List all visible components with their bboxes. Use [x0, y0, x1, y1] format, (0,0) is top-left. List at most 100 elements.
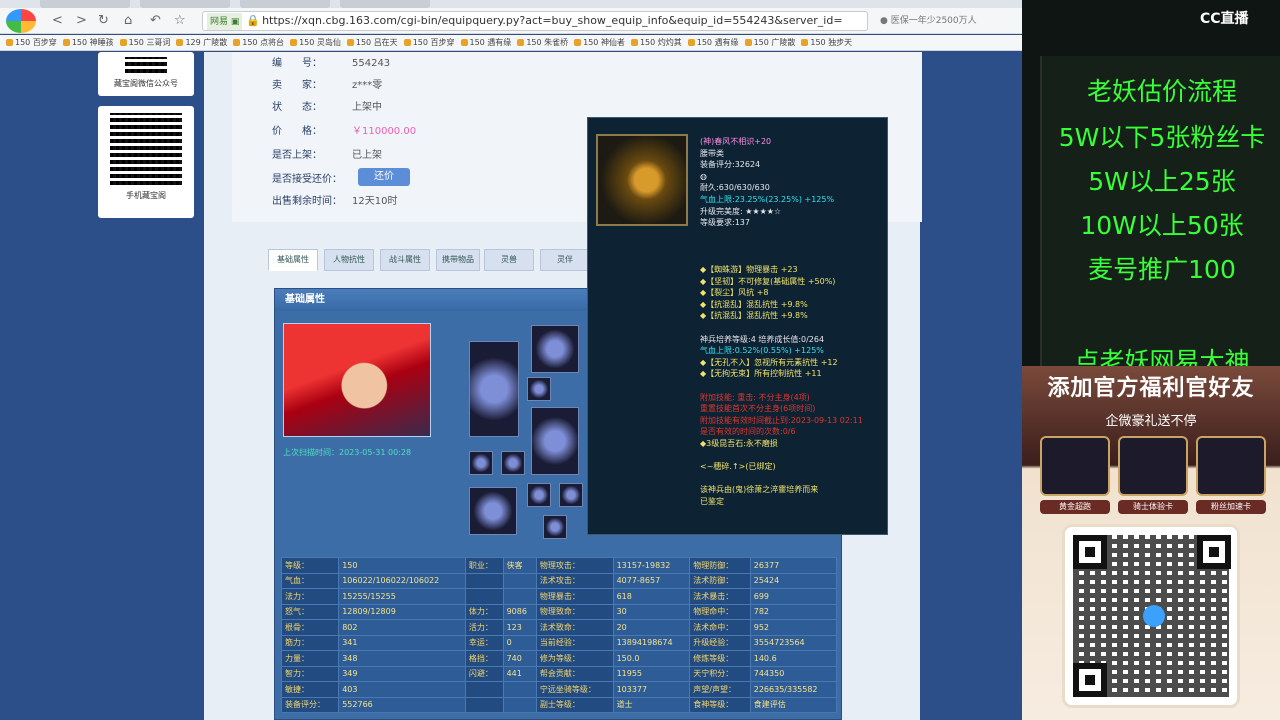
stat-label: 法术暴击：	[689, 588, 751, 605]
bookmark-item[interactable]: 150 独步天	[801, 35, 852, 50]
forward-button[interactable]: >	[76, 12, 87, 30]
shoes-slot-icon[interactable]	[469, 487, 517, 535]
bookmark-item[interactable]: 129 广陵散	[176, 35, 227, 50]
tab-2[interactable]: 战斗属性	[380, 249, 430, 271]
tooltip-line: 气血上限:0.52%(0.55%) +125%	[700, 346, 824, 356]
tab-3[interactable]: 携带物品	[436, 249, 480, 271]
tooltip-line: 重置技能首次不分主身(6项时间)	[700, 404, 816, 414]
ring-slot-icon[interactable]	[527, 377, 551, 401]
announcement-line: 5W以上25张	[1088, 167, 1236, 196]
bookmark-item[interactable]: 150 遇有缘	[461, 35, 512, 50]
armor-slot-icon[interactable]	[531, 407, 579, 475]
stat-value: 食建评估	[749, 696, 838, 713]
bookmark-item[interactable]: 150 百步穿	[404, 35, 455, 50]
stat-label: 法力：	[280, 588, 340, 605]
stat-label: 法术防御：	[689, 572, 751, 589]
browser-tab[interactable]	[140, 0, 230, 8]
stat-label: 物理暴击：	[535, 588, 614, 605]
stats-row: 敏捷： 403 宁远坐骑等级： 103377 声望/声望： 226635/335582	[280, 681, 838, 698]
stat-label: 智力：	[280, 665, 340, 682]
info-row: 状 态： 上架中	[272, 98, 382, 113]
info-row: 卖 家： z***零	[272, 76, 382, 91]
tab-1[interactable]: 人物抗性	[324, 249, 374, 271]
bracer-slot-icon[interactable]	[469, 451, 493, 475]
stat-value: 15255/15255	[338, 588, 466, 605]
stat-label: 装备评分：	[280, 696, 340, 713]
info-value: z***零	[352, 80, 383, 91]
stat-value: 30	[612, 603, 691, 620]
bookmark-item[interactable]: 150 神仙者	[574, 35, 625, 50]
stat-value: 0	[502, 634, 537, 651]
stat-value: 403	[338, 681, 466, 698]
ornament-slot-icon[interactable]	[543, 515, 567, 539]
bookmark-item[interactable]: 150 三哥词	[120, 35, 171, 50]
url-text: https://xqn.cbg.163.com/cgi-bin/equipque…	[262, 14, 843, 27]
home-button[interactable]: ⌂	[124, 12, 132, 30]
info-value: 12天10时	[352, 196, 398, 207]
gem-slot-icon[interactable]	[559, 483, 583, 507]
bookmark-item[interactable]: 150 吕在天	[347, 35, 398, 50]
back-button[interactable]: <	[52, 12, 63, 30]
stat-value: 侠客	[502, 557, 537, 574]
stat-value: 349	[338, 665, 466, 682]
stat-label: 食神等级：	[689, 696, 751, 713]
browser-toolbar: < > ↻ ⌂ ↶ ☆ 网易 ▣ 🔒 https://xqn.cbg.163.com…	[0, 8, 1022, 34]
tooltip-line	[700, 380, 884, 392]
bookmark-item[interactable]: 150 点将台	[233, 35, 284, 50]
bookmark-item[interactable]: 150 朱雀桥	[517, 35, 568, 50]
bookmark-item[interactable]: 150 百步穿	[6, 35, 57, 50]
stat-value	[502, 696, 537, 713]
stat-label: 当前经验：	[535, 634, 614, 651]
tooltip-line: 附加技能: 重击: 不分主身(4项)	[700, 392, 810, 402]
stat-label: 声望/声望：	[689, 681, 751, 698]
address-bar[interactable]: 网易 ▣ 🔒 https://xqn.cbg.163.com/cgi-bin/equ…	[202, 11, 868, 31]
tab-5[interactable]: 灵伴	[540, 249, 590, 271]
info-key: 是否接受还价：	[272, 174, 342, 185]
stat-value: 11955	[612, 665, 691, 682]
stat-label	[464, 588, 504, 605]
bookmark-item[interactable]: 150 灵岛仙	[290, 35, 341, 50]
stat-label: 天宁积分：	[689, 665, 751, 682]
scan-time: 上次扫描时间：2023-05-31 00:28	[283, 448, 412, 457]
announcement-board: 老妖估价流程 5W以下5张粉丝卡 5W以上25张 10W以上50张 麦号推广100 点老妖…	[1040, 56, 1280, 366]
stat-value: 740	[502, 650, 537, 667]
counter-offer-button[interactable]: 还价	[358, 168, 410, 186]
browser-tab[interactable]	[340, 0, 430, 8]
tab-strip	[0, 0, 1022, 8]
stats-row: 装备评分： 552766 副士等级： 道士 食神等级： 食建评估	[280, 696, 838, 713]
bookmark-star-icon[interactable]: ☆	[174, 12, 186, 30]
stat-label: 力量：	[280, 650, 340, 667]
stat-label	[464, 572, 504, 589]
tooltip-line	[700, 322, 884, 334]
stats-table: 等级： 150 职业： 侠客 物理攻击： 13157-19832 物理防御： 26377 气血：…	[280, 557, 838, 713]
info-key: 出售剩余时间：	[272, 196, 342, 207]
bookmark-item[interactable]: 150 灼灼其	[631, 35, 682, 50]
tooltip-header-lines: (神)春风不相识+20 腰带类 装备评分:32624 ◍ 耐久:630/630/630 气…	[700, 136, 884, 229]
site-tag: 网易 ▣	[207, 13, 243, 30]
browser-tab[interactable]	[40, 0, 130, 8]
info-row: 出售剩余时间： 12天10时	[272, 192, 397, 207]
gift-label: 粉丝加速卡	[1196, 500, 1266, 514]
stats-row: 气血： 106022/106022/106022 法术攻击： 4077-8657 法术防…	[280, 572, 838, 589]
tab-0[interactable]: 基础属性	[268, 249, 318, 271]
belt-slot-icon[interactable]	[527, 483, 551, 507]
stat-value: 341	[338, 634, 466, 651]
stat-label: 物理防御：	[689, 557, 751, 574]
bookmark-item[interactable]: 150 广陵散	[745, 35, 796, 50]
reload-button[interactable]: ↻	[98, 12, 109, 30]
stat-value: 552766	[338, 696, 466, 713]
stat-label	[464, 696, 504, 713]
browser-tab[interactable]	[240, 0, 330, 8]
info-key: 编 号：	[272, 58, 322, 69]
amulet-slot-icon[interactable]	[501, 451, 525, 475]
bookmark-item[interactable]: 150 遇有缘	[688, 35, 739, 50]
helmet-slot-icon[interactable]	[531, 325, 579, 373]
tab-4[interactable]: 灵兽	[484, 249, 534, 271]
stat-value: 12809/12809	[338, 603, 466, 620]
stat-value: 952	[749, 619, 838, 636]
weapon-slot-icon[interactable]	[469, 341, 519, 437]
search-box[interactable]: ● 医保一年少2500万人	[880, 12, 1020, 30]
tooltip-line: 该神兵由(鬼)徐萧之淬靈培养而来	[700, 485, 819, 495]
bookmark-item[interactable]: 150 神睡孩	[63, 35, 114, 50]
undo-button[interactable]: ↶	[150, 12, 161, 30]
